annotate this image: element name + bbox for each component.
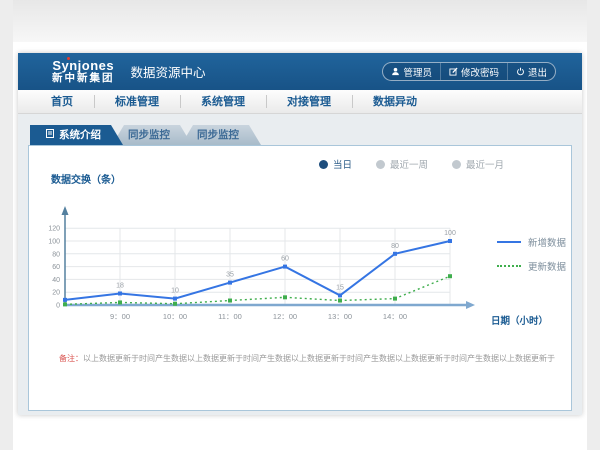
page-top-margin [0,0,600,42]
svg-text:80: 80 [391,243,399,250]
svg-text:15: 15 [336,284,344,291]
svg-text:12：00: 12：00 [273,312,297,321]
svg-text:18: 18 [116,282,124,289]
radio-last-month[interactable]: 最近一月 [452,157,504,171]
main-nav: 首页 标准管理 系统管理 对接管理 数据异动 [18,90,582,114]
tab-sync-monitor-1[interactable]: 同步监控 [112,125,192,145]
tab-label: 系统介绍 [59,125,101,145]
svg-text:9：00: 9：00 [110,312,130,321]
logout-button[interactable]: 退出 [507,63,555,80]
svg-text:80: 80 [52,251,60,258]
svg-text:35: 35 [226,272,234,279]
svg-text:60: 60 [281,256,289,263]
legend-new-data: 新增数据 [497,235,566,249]
svg-text:120: 120 [48,226,60,233]
nav-item-home[interactable]: 首页 [30,90,94,114]
nav-item-system-mgmt[interactable]: 系统管理 [180,90,266,114]
document-icon [46,125,54,145]
radio-label: 最近一月 [466,157,504,171]
note-text: 以上数据更新于时间产生数据以上数据更新于时间产生数据以上数据更新于时间产生数据以… [83,354,555,363]
tab-sync-monitor-2[interactable]: 同步监控 [181,125,261,145]
svg-text:60: 60 [52,264,60,271]
logo-text-en: Synjones [52,59,115,73]
svg-text:14：00: 14：00 [383,312,407,321]
svg-text:13：00: 13：00 [328,312,352,321]
app-header: Synjones 新中新集团 数据资源中心 管理员 修改密码 退出 [18,53,582,90]
y-axis-title: 数据交换（条） [51,171,571,185]
svg-text:11：00: 11：00 [218,312,242,321]
current-user-label: 管理员 [403,65,432,79]
page-right-margin [587,0,600,450]
page-left-margin [0,0,13,450]
legend-update-data: 更新数据 [497,259,566,273]
radio-label: 当日 [333,157,352,171]
change-password-button[interactable]: 修改密码 [440,63,507,80]
person-icon [391,67,400,76]
tab-label: 同步监控 [128,129,170,141]
radio-label: 最近一周 [390,157,428,171]
logo: Synjones 新中新集团 [52,59,115,85]
svg-text:0: 0 [56,303,60,310]
power-icon [516,67,525,76]
nav-item-data-change[interactable]: 数据异动 [352,90,438,114]
nav-item-interface-mgmt[interactable]: 对接管理 [266,90,352,114]
svg-text:20: 20 [52,290,60,297]
svg-text:10: 10 [171,288,179,295]
tab-bar: 系统介绍 同步监控 同步监控 [30,125,582,145]
legend-label: 新增数据 [528,235,566,249]
note-label: 备注： [59,354,83,363]
radio-dot-icon [452,160,461,169]
dotted-line-swatch-icon [497,265,521,267]
tab-label: 同步监控 [197,129,239,141]
chart-legend: 新增数据 更新数据 [497,235,566,273]
app-window: Synjones 新中新集团 数据资源中心 管理员 修改密码 退出 [18,53,582,415]
content-area: 系统介绍 同步监控 同步监控 当日 最近一周 [18,114,582,415]
solid-line-swatch-icon [497,241,521,243]
page-title: 数据资源中心 [131,62,206,81]
radio-dot-icon [319,160,328,169]
tab-system-intro[interactable]: 系统介绍 [30,125,123,145]
svg-text:100: 100 [48,239,60,246]
svg-text:10：00: 10：00 [163,312,187,321]
data-exchange-line-chart: 0 20 40 60 80 100 120 18 10 35 60 15 80 100 9：00 10：00 1… [45,193,485,343]
footer-note: 备注：以上数据更新于时间产生数据以上数据更新于时间产生数据以上数据更新于时间产生… [59,353,557,364]
radio-today[interactable]: 当日 [319,157,352,171]
pencil-square-icon [449,67,458,76]
radio-dot-icon [376,160,385,169]
logo-red-dot-icon [67,57,70,60]
current-user-button[interactable]: 管理员 [383,63,440,80]
svg-text:100: 100 [444,230,456,237]
nav-item-standard-mgmt[interactable]: 标准管理 [94,90,180,114]
radio-last-week[interactable]: 最近一周 [376,157,428,171]
time-range-radios: 当日 最近一周 最近一月 [29,146,571,171]
change-password-label: 修改密码 [461,65,499,79]
chart-panel: 当日 最近一周 最近一月 数据交换（条） 0 20 40 60 80 100 120 18 10… [28,145,572,411]
chart-area: 0 20 40 60 80 100 120 18 10 35 60 15 80 100 9：00 10：00 1… [45,193,571,345]
logo-text-cn: 新中新集团 [52,73,115,85]
legend-label: 更新数据 [528,259,566,273]
logout-label: 退出 [528,65,547,79]
user-toolbar: 管理员 修改密码 退出 [382,62,556,81]
x-axis-title: 日期（小时） [491,313,571,327]
svg-text:40: 40 [52,277,60,284]
